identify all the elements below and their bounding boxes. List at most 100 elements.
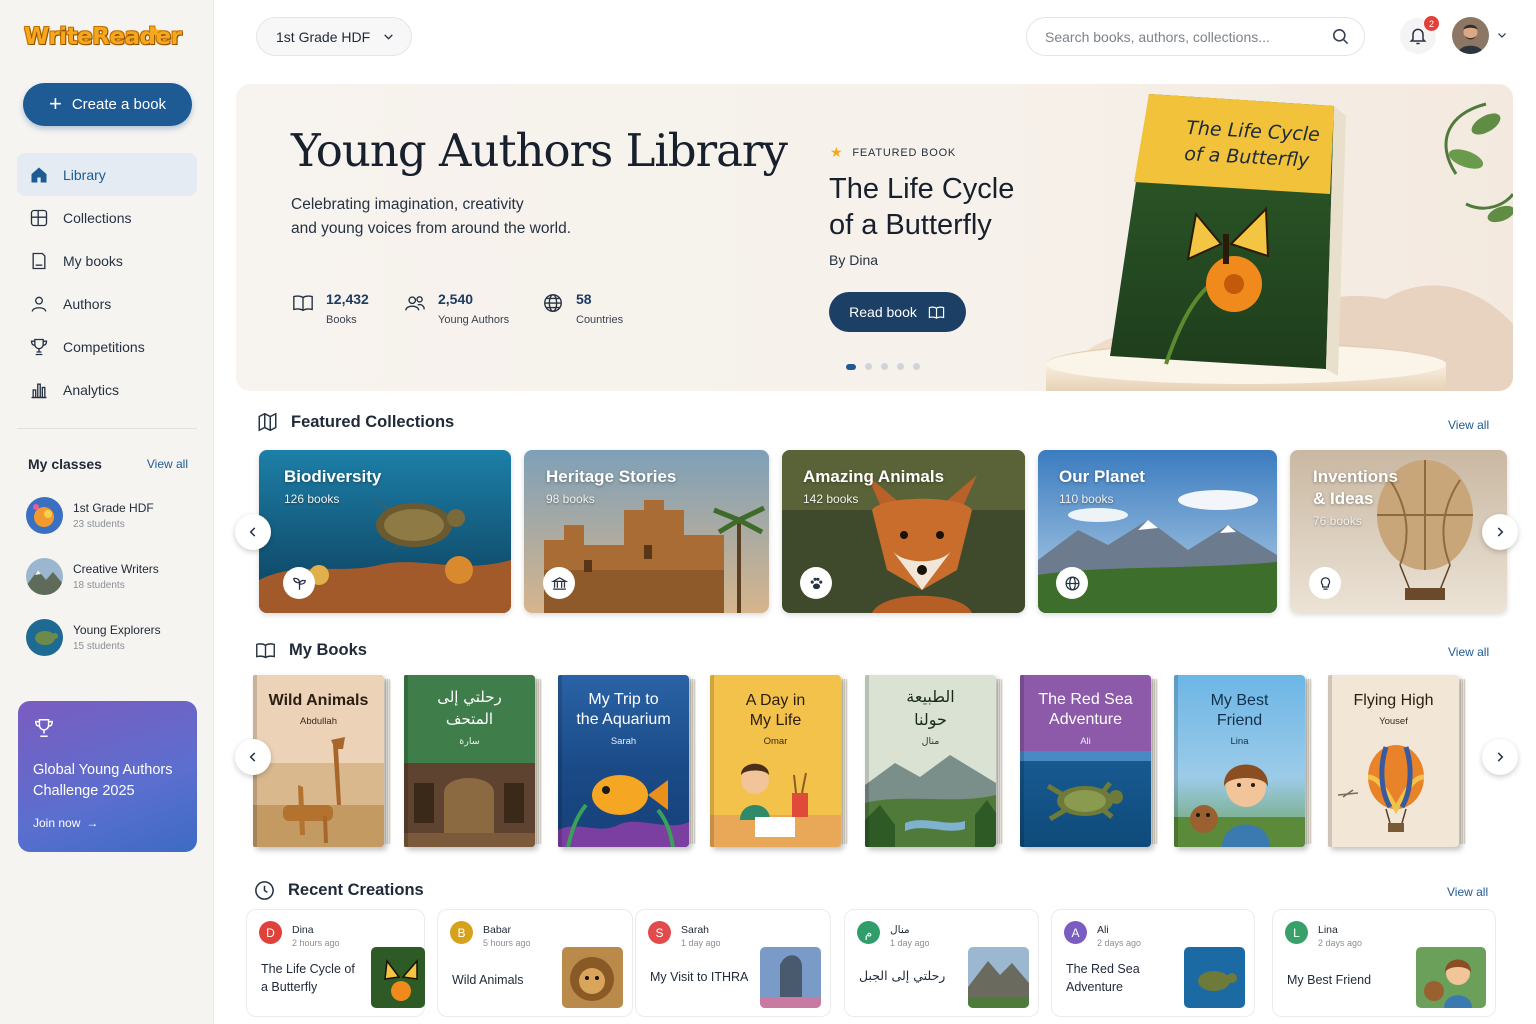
open-book-icon bbox=[256, 643, 275, 659]
book-pages bbox=[841, 679, 848, 844]
book-card[interactable]: The Red Sea Adventure Ali bbox=[1020, 675, 1158, 847]
book-icon bbox=[32, 252, 46, 269]
nav-item-library[interactable]: Library bbox=[17, 153, 197, 196]
chevron-right-icon bbox=[1497, 527, 1504, 537]
collections-view-all-link[interactable]: View all bbox=[1448, 418, 1489, 432]
class-name: Creative Writers bbox=[73, 562, 159, 576]
collection-name: Amazing Animals bbox=[803, 467, 945, 486]
logo-star-icon: ★ bbox=[148, 24, 163, 41]
recent-creation-card[interactable]: م منال 1 day ago رحلتي إلى الجبل bbox=[844, 909, 1039, 1017]
recent-creation-card[interactable]: A Ali 2 days ago The Red Sea Adventure bbox=[1051, 909, 1255, 1017]
join-now-link[interactable]: Join now → bbox=[33, 816, 182, 830]
museum-icon bbox=[543, 567, 575, 599]
nav-item-collections[interactable]: Collections bbox=[17, 196, 197, 239]
collections-prev-button[interactable] bbox=[235, 514, 271, 550]
nav-label: Library bbox=[63, 166, 106, 183]
notification-badge: 2 bbox=[1424, 16, 1439, 31]
cover-art bbox=[558, 775, 689, 847]
user-avatar[interactable] bbox=[1452, 17, 1489, 54]
nav-label: Collections bbox=[63, 209, 132, 226]
nav-item-competitions[interactable]: Competitions bbox=[17, 325, 197, 368]
my-books-view-all-link[interactable]: View all bbox=[1448, 645, 1489, 659]
carousel-dot[interactable] bbox=[897, 363, 904, 370]
nav-item-my-books[interactable]: My books bbox=[17, 239, 197, 282]
recent-creation-card[interactable]: B Babar 5 hours ago Wild Animals bbox=[437, 909, 633, 1017]
paw-icon bbox=[800, 567, 832, 599]
book-author: Sarah bbox=[610, 736, 637, 747]
cover-art bbox=[404, 763, 535, 847]
collection-count: 142 books bbox=[803, 492, 859, 506]
collections-next-button[interactable] bbox=[1482, 514, 1518, 550]
chevron-left-icon bbox=[249, 752, 256, 762]
search-input[interactable] bbox=[1045, 28, 1325, 45]
class-item[interactable]: Creative Writers 18 students bbox=[26, 558, 159, 595]
books-prev-button[interactable] bbox=[235, 739, 271, 775]
collection-name: Heritage Stories bbox=[546, 467, 677, 486]
collection-card-biodiversity[interactable]: Biodiversity 126 books bbox=[259, 450, 511, 613]
recent-creation-card[interactable]: S Sarah 1 day ago My Visit to ITHRA bbox=[635, 909, 831, 1017]
book-card[interactable]: Wild Animals Abdullah bbox=[253, 675, 391, 847]
carousel-dot[interactable] bbox=[881, 363, 888, 370]
book-title: Friend bbox=[1216, 712, 1263, 729]
nav-item-analytics[interactable]: Analytics bbox=[17, 368, 197, 411]
recent-creation-card[interactable]: D Dina 2 hours ago The Life Cycle of a B… bbox=[246, 909, 425, 1017]
stat-label: Young Authors bbox=[438, 314, 510, 326]
books-next-button[interactable] bbox=[1482, 739, 1518, 775]
recent-view-all-link[interactable]: View all bbox=[1447, 885, 1488, 899]
stat-value: 12,432 bbox=[326, 291, 369, 307]
challenge-promo-card[interactable]: Global Young Authors Challenge 2025 Join… bbox=[18, 701, 197, 852]
plus-icon: + bbox=[48, 90, 62, 116]
creation-thumbnail bbox=[968, 947, 1029, 1008]
carousel-dot[interactable] bbox=[913, 363, 920, 370]
open-book-icon bbox=[928, 305, 945, 319]
book-card[interactable]: Flying High Yousef bbox=[1328, 675, 1466, 847]
creator-avatar: S bbox=[648, 921, 671, 944]
recent-creation-card[interactable]: L Lina 2 days ago My Best Friend bbox=[1272, 909, 1496, 1017]
class-item[interactable]: 1st Grade HDF 23 students bbox=[26, 497, 154, 534]
book-author: Ali bbox=[1080, 736, 1091, 747]
hero-subtitle-line: and young voices from around the world. bbox=[291, 220, 572, 237]
class-students: 18 students bbox=[73, 580, 125, 591]
create-book-button[interactable]: + Create a book bbox=[23, 83, 192, 126]
collection-card-inventions-ideas[interactable]: Inventions & Ideas 76 books bbox=[1290, 450, 1507, 613]
book-pages bbox=[384, 679, 391, 844]
collection-count: 76 books bbox=[1313, 514, 1362, 528]
collection-card-heritage-stories[interactable]: Heritage Stories 98 books bbox=[524, 450, 769, 613]
book-card[interactable]: My Best Friend Lina bbox=[1174, 675, 1312, 847]
book-card[interactable]: رحلتي إلى المتحف سارة bbox=[404, 675, 542, 847]
nav-item-authors[interactable]: Authors bbox=[17, 282, 197, 325]
hero-banner: Young Authors Library Celebrating imagin… bbox=[236, 84, 1513, 391]
star-icon: ★ bbox=[830, 144, 844, 160]
book-spine bbox=[1328, 675, 1332, 847]
nav-label: Competitions bbox=[63, 338, 145, 355]
book-spine bbox=[865, 675, 869, 847]
creation-title: رحلتي إلى الجبل bbox=[859, 968, 946, 983]
grade-selector[interactable]: 1st Grade HDF bbox=[256, 17, 412, 56]
class-students: 23 students bbox=[73, 519, 125, 530]
arrow-right-icon: → bbox=[86, 816, 99, 830]
chevron-down-icon[interactable] bbox=[1496, 29, 1508, 41]
read-book-label: Read book bbox=[849, 304, 917, 320]
class-name: Young Explorers bbox=[73, 623, 161, 637]
collection-card-our-planet[interactable]: Our Planet 110 books bbox=[1038, 450, 1277, 613]
book-card[interactable]: الطبيعة حولنا منال bbox=[865, 675, 1003, 847]
classes-view-all-link[interactable]: View all bbox=[147, 457, 188, 471]
carousel-dot[interactable] bbox=[865, 363, 872, 370]
hero-title: Young Authors Library bbox=[291, 124, 788, 177]
collection-name: Inventions & Ideas bbox=[1313, 466, 1398, 510]
read-book-button[interactable]: Read book bbox=[829, 292, 966, 332]
book-card[interactable]: A Day in My Life Omar bbox=[710, 675, 848, 847]
creation-time: 2 hours ago bbox=[292, 938, 340, 948]
carousel-dot[interactable] bbox=[846, 363, 856, 370]
collection-card-amazing-animals[interactable]: Amazing Animals 142 books bbox=[782, 450, 1025, 613]
book-cover: الطبيعة حولنا منال bbox=[865, 675, 996, 847]
class-item[interactable]: Young Explorers 15 students bbox=[26, 619, 161, 656]
book-card[interactable]: My Trip to the Aquarium Sarah bbox=[558, 675, 696, 847]
creator-name: Ali bbox=[1097, 924, 1109, 936]
collection-name-line: & Ideas bbox=[1313, 489, 1374, 508]
search-icon[interactable] bbox=[1331, 27, 1350, 46]
collection-count: 98 books bbox=[546, 492, 595, 506]
class-avatar bbox=[26, 497, 63, 534]
creator-name: Sarah bbox=[681, 924, 710, 936]
book-author: سارة bbox=[459, 736, 480, 747]
